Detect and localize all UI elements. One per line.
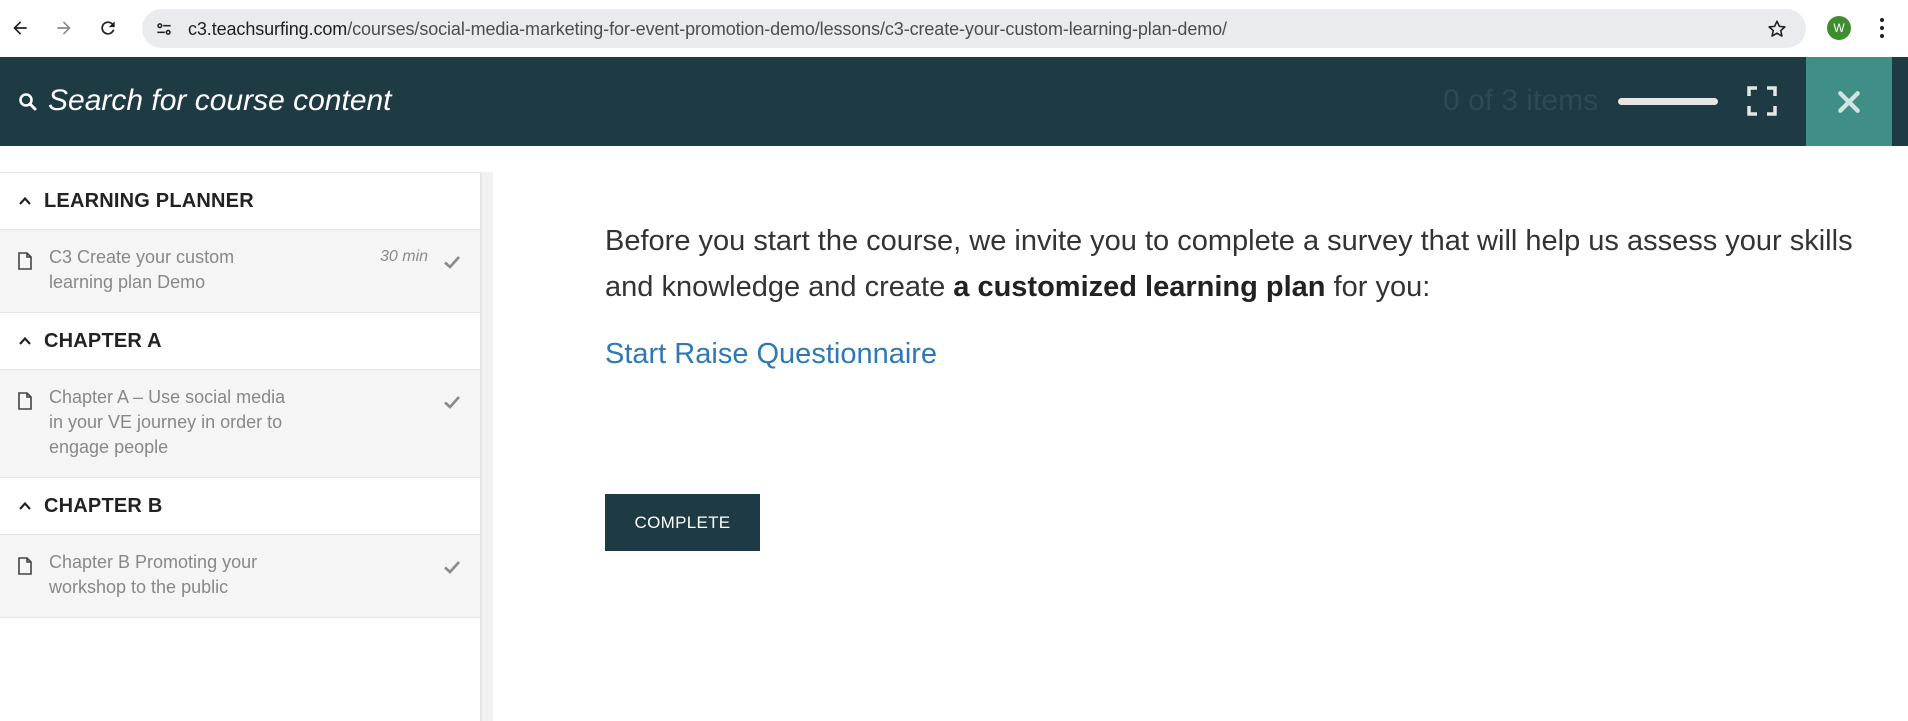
complete-button[interactable]: COMPLETE	[605, 494, 760, 551]
url-path: /courses/social-media-marketing-for-even…	[347, 19, 1227, 39]
forward-button[interactable]	[45, 9, 83, 47]
chevron-up-icon	[19, 501, 31, 510]
reload-button[interactable]	[89, 9, 127, 47]
start-questionnaire-link[interactable]: Start Raise Questionnaire	[605, 338, 937, 371]
url-domain: c3.teachsurfing.com	[188, 19, 348, 39]
back-arrow-icon	[13, 21, 27, 35]
bookmark-star-icon[interactable]	[1764, 16, 1790, 42]
back-button[interactable]	[1, 9, 39, 47]
lesson-item-chapter-b[interactable]: Chapter B Promoting your workshop to the…	[0, 535, 480, 618]
course-header: 0 of 3 items	[0, 57, 1908, 146]
section-title: CHAPTER A	[44, 329, 162, 352]
search-icon	[19, 93, 37, 111]
sidebar-scrollbar[interactable]	[481, 172, 493, 721]
close-button[interactable]	[1806, 57, 1892, 146]
section-header-chapter-a[interactable]: CHAPTER A	[0, 313, 480, 370]
document-icon	[18, 252, 32, 270]
progress-bar	[1618, 98, 1718, 105]
section-header-learning-planner[interactable]: LEARNING PLANNER	[0, 173, 480, 230]
lesson-title: Chapter B Promoting your workshop to the…	[49, 552, 258, 597]
site-info-icon[interactable]	[152, 17, 176, 41]
intro-text-bold: a customized learning plan	[953, 271, 1326, 303]
checkmark-icon	[444, 396, 460, 409]
chevron-up-icon	[19, 196, 31, 205]
progress-count: 0 of 3 items	[1443, 84, 1599, 117]
lesson-title: C3 Create your custom learning plan Demo	[49, 247, 235, 292]
reload-icon	[101, 21, 115, 35]
document-icon	[18, 557, 32, 575]
address-bar[interactable]: c3.teachsurfing.com/courses/social-media…	[142, 9, 1806, 48]
search-input[interactable]	[48, 79, 748, 123]
fullscreen-icon[interactable]	[1746, 85, 1778, 117]
section-header-chapter-b[interactable]: CHAPTER B	[0, 478, 480, 535]
browser-menu-icon[interactable]	[1872, 14, 1892, 42]
url-text[interactable]: c3.teachsurfing.com/courses/social-media…	[188, 19, 1227, 40]
checkmark-icon	[444, 256, 460, 269]
lesson-title: Chapter A – Use social media in your VE …	[49, 387, 286, 457]
close-icon	[1838, 90, 1860, 113]
lesson-item-c3-custom-plan[interactable]: C3 Create your custom learning plan Demo…	[0, 230, 480, 313]
browser-toolbar: c3.teachsurfing.com/courses/social-media…	[0, 0, 1908, 57]
lesson-duration: 30 min	[380, 248, 429, 265]
checkmark-icon	[444, 561, 460, 574]
intro-paragraph: Before you start the course, we invite y…	[605, 218, 1895, 310]
lesson-item-chapter-a[interactable]: Chapter A – Use social media in your VE …	[0, 370, 480, 478]
document-icon	[18, 392, 32, 410]
profile-avatar[interactable]: W	[1827, 16, 1851, 40]
course-outline-sidebar: LEARNING PLANNER C3 Create your custom l…	[0, 172, 481, 721]
intro-text-end: for you:	[1325, 271, 1431, 303]
forward-arrow-icon	[57, 21, 71, 35]
section-title: LEARNING PLANNER	[44, 189, 254, 212]
lesson-content: Before you start the course, we invite y…	[605, 218, 1895, 310]
section-title: CHAPTER B	[44, 494, 163, 517]
chevron-up-icon	[19, 336, 31, 345]
